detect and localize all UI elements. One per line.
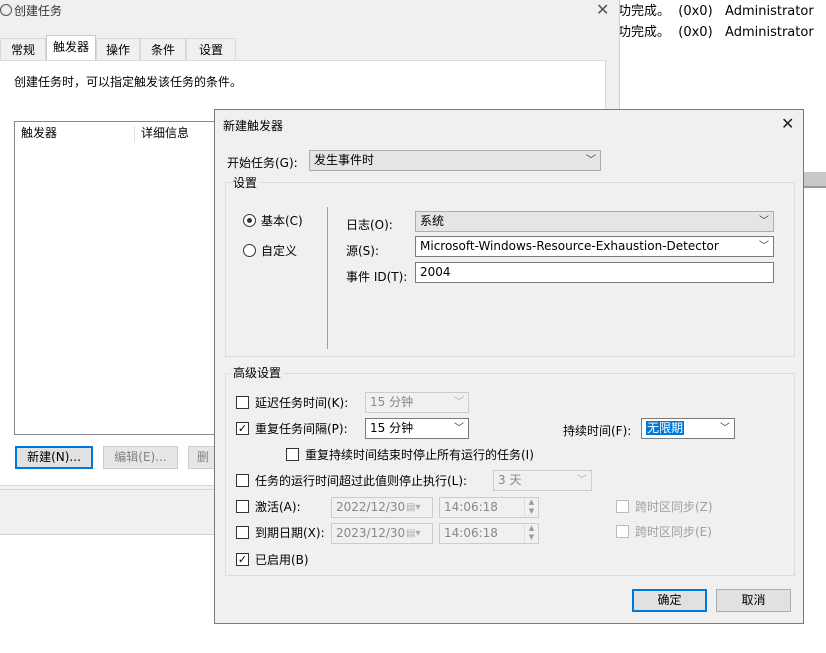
chevron-down-icon: ﹀ <box>454 397 464 408</box>
stop-longer-select[interactable]: 3 天 ﹀ <box>493 470 592 491</box>
chevron-down-icon: ﹀ <box>759 241 769 252</box>
begin-task-value: 发生事件时 <box>314 153 375 167</box>
duration-select[interactable]: 无限期 ﹀ <box>641 418 735 439</box>
expire-date-value: 2023/12/30 <box>336 526 406 540</box>
cancel-button[interactable]: 取消 <box>716 589 791 612</box>
activate-label[interactable]: 激活(A): <box>255 498 301 515</box>
repeat-checkbox[interactable]: ✓ <box>236 422 249 435</box>
custom-radio[interactable] <box>243 244 256 257</box>
expire-label[interactable]: 到期日期(X): <box>255 524 325 541</box>
chevron-down-icon: ﹀ <box>720 423 730 434</box>
delay-select[interactable]: 15 分钟 ﹀ <box>365 392 469 413</box>
chevron-down-icon: ﹀ <box>454 423 464 434</box>
repeat-select[interactable]: 15 分钟 ﹀ <box>365 418 469 439</box>
edit-trigger-button[interactable]: 编辑(E)... <box>103 446 178 469</box>
tab-actions[interactable]: 操作 <box>96 38 140 60</box>
expire-time-value: 14:06:18 <box>444 526 498 540</box>
basic-radio-label[interactable]: 基本(C) <box>261 212 303 229</box>
duration-label: 持续时间(F): <box>563 424 632 438</box>
panel-description: 创建任务时，可以指定触发该任务的条件。 <box>14 75 243 89</box>
expire-time-input[interactable]: 14:06:18 ▲ ▼ <box>439 523 539 544</box>
begin-task-label: 开始任务(G): <box>227 156 298 170</box>
source-label: 源(S): <box>346 244 380 258</box>
delay-checkbox[interactable] <box>236 396 249 409</box>
expire-date-picker[interactable]: 2023/12/30 ▤▾ <box>331 523 433 544</box>
activate-sync-label[interactable]: 跨时区同步(Z) <box>635 498 713 515</box>
event-id-input[interactable]: 2004 <box>415 262 774 283</box>
begin-task-select[interactable]: 发生事件时 ﹀ <box>309 150 601 171</box>
source-value: Microsoft-Windows-Resource-Exhaustion-De… <box>420 239 719 253</box>
new-trigger-button[interactable]: 新建(N)... <box>15 446 93 469</box>
log-line: 功完成。 (0x0) Administrator <box>618 25 814 40</box>
column-divider[interactable] <box>134 126 135 142</box>
tab-conditions[interactable]: 条件 <box>140 38 186 60</box>
stop-all-label[interactable]: 重复持续时间结束时停止所有运行的任务(I) <box>305 446 534 463</box>
enabled-label[interactable]: 已启用(B) <box>255 551 309 568</box>
new-trigger-dialog: 新建触发器 ✕ 开始任务(G): 发生事件时 ﹀ 设置 基本(C) 自定义 日志… <box>214 109 804 624</box>
stop-longer-label[interactable]: 任务的运行时间超过此值则停止执行(L): <box>255 472 467 489</box>
settings-legend: 设置 <box>231 174 260 191</box>
close-icon[interactable]: ✕ <box>781 114 794 133</box>
close-icon[interactable]: ✕ <box>596 0 609 19</box>
tab-settings[interactable]: 设置 <box>186 38 236 60</box>
ok-button[interactable]: 确定 <box>632 589 707 612</box>
tab-general[interactable]: 常规 <box>0 38 46 60</box>
chevron-down-icon: ﹀ <box>759 216 769 227</box>
background-scrollbar[interactable] <box>804 172 826 188</box>
basic-radio[interactable] <box>243 214 256 227</box>
log-select[interactable]: 系统 ﹀ <box>415 211 774 232</box>
log-value: 系统 <box>420 214 445 228</box>
enabled-checkbox[interactable]: ✓ <box>236 553 249 566</box>
source-select[interactable]: Microsoft-Windows-Resource-Exhaustion-De… <box>415 236 774 257</box>
dialog-title: 新建触发器 <box>223 119 284 133</box>
activate-time-value: 14:06:18 <box>444 500 498 514</box>
column-header-trigger[interactable]: 触发器 <box>21 122 57 144</box>
expire-checkbox[interactable] <box>236 526 249 539</box>
divider <box>327 207 328 349</box>
activate-date-picker[interactable]: 2022/12/30 ▤▾ <box>331 497 433 518</box>
chevron-down-icon: ﹀ <box>577 475 587 486</box>
delay-value: 15 分钟 <box>370 395 414 409</box>
chevron-down-icon: ﹀ <box>586 155 596 166</box>
tab-triggers[interactable]: 触发器 <box>46 35 96 60</box>
custom-radio-label[interactable]: 自定义 <box>261 242 297 259</box>
delay-label[interactable]: 延迟任务时间(K): <box>255 394 348 411</box>
trigger-list[interactable]: 触发器 详细信息 <box>14 121 234 435</box>
duration-value: 无限期 <box>646 421 685 435</box>
log-label: 日志(O): <box>346 218 393 232</box>
spinner-icon[interactable]: ▲ ▼ <box>524 498 538 517</box>
repeat-value: 15 分钟 <box>370 421 414 435</box>
stop-longer-value: 3 天 <box>498 473 522 487</box>
stop-all-checkbox[interactable] <box>286 448 299 461</box>
spinner-icon[interactable]: ▲ ▼ <box>524 524 538 543</box>
stop-longer-checkbox[interactable] <box>236 474 249 487</box>
advanced-legend: 高级设置 <box>231 364 284 381</box>
expire-sync-checkbox[interactable] <box>616 525 629 538</box>
log-line: 功完成。 (0x0) Administrator <box>618 4 814 19</box>
activate-time-input[interactable]: 14:06:18 ▲ ▼ <box>439 497 539 518</box>
expire-sync-label[interactable]: 跨时区同步(E) <box>635 523 712 540</box>
activate-checkbox[interactable] <box>236 500 249 513</box>
activate-sync-checkbox[interactable] <box>616 500 629 513</box>
calendar-icon: ▤▾ <box>406 502 421 513</box>
column-header-details[interactable]: 详细信息 <box>141 122 189 144</box>
task-scheduler-icon <box>0 4 12 16</box>
window-title: 创建任务 <box>14 4 63 18</box>
activate-date-value: 2022/12/30 <box>336 500 406 514</box>
event-id-label: 事件 ID(T): <box>346 270 408 284</box>
repeat-label[interactable]: 重复任务间隔(P): <box>255 420 348 437</box>
calendar-icon: ▤▾ <box>406 528 421 539</box>
